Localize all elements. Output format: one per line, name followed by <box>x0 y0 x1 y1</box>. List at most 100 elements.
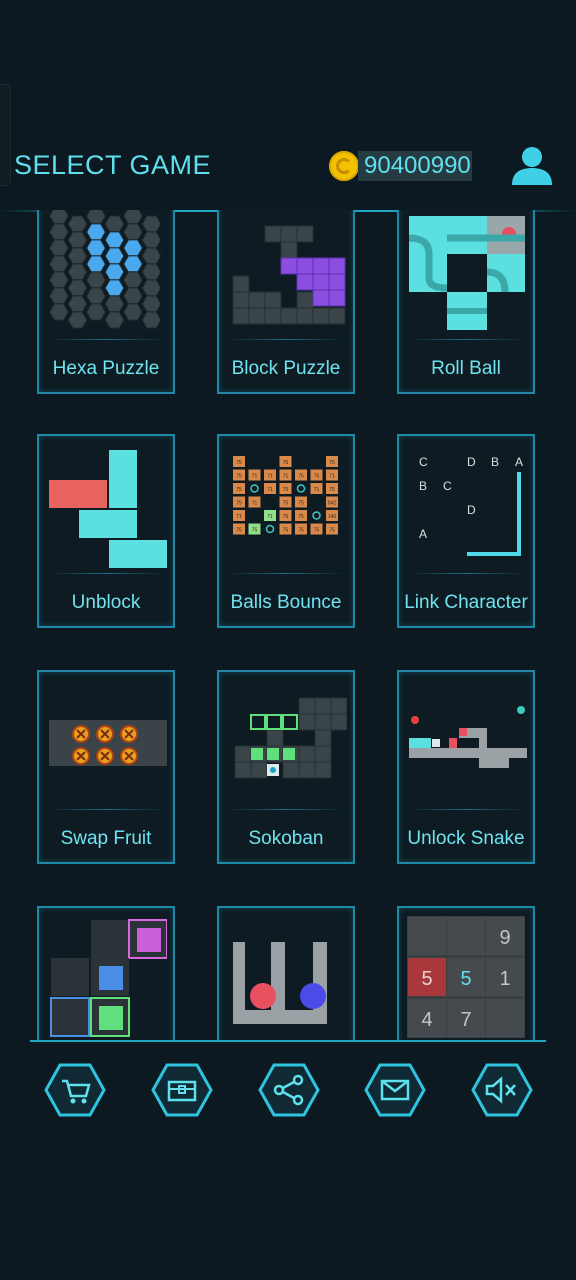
game-label: Link Character <box>404 592 528 613</box>
game-card-sokoban[interactable]: Sokoban <box>217 670 355 864</box>
game-label: Block Puzzle <box>231 358 341 379</box>
hex-cell <box>141 247 162 265</box>
hex-cell <box>67 311 88 329</box>
ball-sort-thumbnail <box>233 942 327 1024</box>
ball <box>312 511 321 520</box>
game-label: Unblock <box>71 592 141 613</box>
game-card-color-blocks[interactable] <box>37 906 175 1042</box>
game-card-2048[interactable]: 9 5 5 1 4 7 <box>397 906 535 1042</box>
game-card-unlock-snake[interactable]: Unlock Snake <box>397 670 535 864</box>
cart-icon[interactable] <box>44 1062 106 1118</box>
hexa-puzzle-thumbnail <box>48 210 162 329</box>
brick-number: 75 <box>314 528 320 534</box>
hex-cell <box>85 287 107 305</box>
brick-number: 75 <box>283 487 289 493</box>
brick-number: 75 <box>283 514 289 520</box>
game-label: Unlock Snake <box>407 828 525 849</box>
hex-cell <box>141 231 162 249</box>
hex-cell <box>122 271 144 289</box>
game-card-link-character[interactable]: C D B A B C D A Link Character <box>397 434 535 628</box>
unblock-thumbnail <box>49 450 167 568</box>
game-card-roll-ball[interactable]: Roll Ball <box>397 210 535 394</box>
tile: 5 <box>421 968 432 990</box>
brick-number: 75 <box>298 474 304 480</box>
game-card-swap-fruit[interactable]: Swap Fruit <box>37 670 175 864</box>
brick-number: 71 <box>252 474 258 480</box>
hex-cell <box>67 263 88 281</box>
hex-cell <box>104 311 125 329</box>
2048-thumbnail: 9 5 5 1 4 7 <box>407 916 525 1038</box>
game-label: Roll Ball <box>431 358 501 379</box>
hex-cell <box>48 287 70 305</box>
hex-cell <box>67 279 88 297</box>
tile: 4 <box>421 1009 432 1031</box>
hex-cell <box>85 223 107 241</box>
hex-cell <box>104 279 125 297</box>
hex-cell <box>48 223 70 241</box>
game-card-unblock[interactable]: Unblock <box>37 434 175 628</box>
game-card-ball-sort[interactable] <box>217 906 355 1042</box>
brick-number: 71 <box>267 474 273 480</box>
mute-icon[interactable] <box>471 1062 533 1118</box>
hex-cell <box>104 263 125 281</box>
game-card-balls-bounce[interactable]: 75 75 75 75 71 71 71 75 75 71 75 71 75 71 75 75 71 75 75 54… <box>217 434 355 628</box>
brick-number: 75 <box>283 528 289 534</box>
hex-cell <box>141 295 162 313</box>
brick-number: 75 <box>236 528 242 534</box>
tile: 5 <box>460 968 471 990</box>
brick-number: 71 <box>314 487 320 493</box>
hex-cell <box>122 255 144 273</box>
brick-number: 71 <box>329 474 335 480</box>
block-puzzle-thumbnail <box>232 225 346 325</box>
brick-number: 71 <box>283 474 289 480</box>
brick-number: 75 <box>329 460 335 466</box>
brick-number: 71 <box>252 501 258 507</box>
hex-cell <box>67 295 88 313</box>
grid-bottom-divider <box>30 1040 546 1042</box>
brick-number: 75 <box>283 460 289 466</box>
chest-icon[interactable] <box>151 1062 213 1118</box>
mail-icon[interactable] <box>364 1062 426 1118</box>
hex-cell <box>141 311 162 329</box>
brick-number: 75 <box>236 501 242 507</box>
hex-cell <box>141 279 162 297</box>
hex-cell <box>122 239 144 257</box>
tile: 9 <box>499 927 510 949</box>
brick-number: 75 <box>236 460 242 466</box>
brick-number: 75 <box>314 474 320 480</box>
hex-cell <box>48 255 70 273</box>
unlock-snake-thumbnail <box>409 706 527 768</box>
brick-number: 75 <box>236 487 242 493</box>
hex-cell <box>85 303 107 321</box>
brick-number: 542 <box>328 501 337 507</box>
ball <box>250 484 259 493</box>
brick-number: 75 <box>252 528 258 534</box>
letter: B <box>419 479 427 493</box>
brick-number: 75 <box>283 501 289 507</box>
hex-cell <box>85 255 107 273</box>
letter: A <box>515 455 523 469</box>
hex-cell <box>85 271 107 289</box>
swap-fruit-thumbnail <box>49 720 167 766</box>
profile-icon[interactable] <box>510 146 554 186</box>
hex-cell <box>104 247 125 265</box>
hex-cell <box>85 239 107 257</box>
ball <box>296 484 306 493</box>
game-card-hexa-puzzle[interactable]: Hexa Puzzle <box>37 210 175 394</box>
game-label: Swap Fruit <box>60 828 152 849</box>
letter: A <box>419 527 427 541</box>
hex-cell <box>48 303 70 321</box>
side-edge-tab <box>0 84 11 186</box>
hex-cell <box>48 210 70 225</box>
letter: D <box>467 455 476 469</box>
brick-number: 75 <box>236 474 242 480</box>
game-card-block-puzzle[interactable]: Block Puzzle <box>217 210 355 394</box>
link-character-thumbnail: C D B A B C D A <box>419 455 523 556</box>
hex-cell <box>122 287 144 305</box>
letter: B <box>491 455 499 469</box>
tile: 7 <box>460 1009 471 1031</box>
brick-number: 75 <box>298 501 304 507</box>
brick-number: 75 <box>329 487 335 493</box>
hex-cell <box>48 271 70 289</box>
share-icon[interactable] <box>258 1062 320 1118</box>
